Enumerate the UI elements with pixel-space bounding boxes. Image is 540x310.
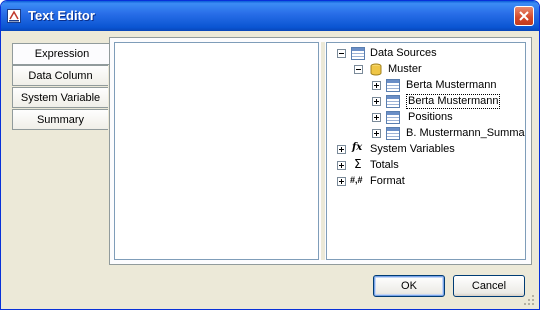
tab-expression[interactable]: Expression [12, 43, 111, 65]
collapse-toggle[interactable] [337, 49, 346, 58]
sigma-icon: Σ [354, 157, 362, 171]
expand-toggle[interactable] [372, 113, 381, 122]
tree-label-selected: Berta Mustermann [406, 94, 501, 109]
cancel-button[interactable]: Cancel [453, 275, 525, 297]
table-icon [386, 127, 400, 140]
tree-label: Berta Mustermann [406, 79, 497, 91]
tab-data-column[interactable]: Data Column [12, 65, 108, 86]
tree-label: Format [370, 175, 405, 187]
expand-toggle[interactable] [372, 81, 381, 90]
tree-label: B. Mustermann_Summary [406, 127, 526, 139]
ok-button[interactable]: OK [373, 275, 445, 297]
tab-system-variable[interactable]: System Variable [12, 87, 108, 108]
tree-label: Data Sources [370, 47, 437, 59]
splitter-handle[interactable] [321, 42, 325, 260]
text-editor-dialog: Text Editor Expression Data Column Syste… [0, 0, 540, 310]
close-button[interactable] [514, 6, 534, 26]
expand-toggle[interactable] [337, 177, 346, 186]
fx-icon: fx [352, 142, 363, 153]
format-icon: #,# [350, 175, 363, 185]
table-icon [386, 95, 400, 108]
tab-summary[interactable]: Summary [12, 109, 108, 130]
expand-toggle[interactable] [337, 161, 346, 170]
resize-grip-icon[interactable] [523, 294, 535, 306]
title-bar[interactable]: Text Editor [1, 1, 539, 31]
dialog-content: Expression Data Column System Variable S… [4, 31, 536, 307]
expand-toggle[interactable] [372, 129, 381, 138]
expand-toggle[interactable] [337, 145, 346, 154]
expression-panel: Data Sources Muster Berta Mustermann Ber… [109, 37, 532, 265]
close-icon [519, 11, 529, 21]
tree-label: System Variables [370, 143, 455, 155]
tree-label: Totals [370, 159, 399, 171]
window-title: Text Editor [28, 8, 95, 23]
text-editor-app-icon [7, 9, 21, 23]
table-icon [351, 47, 365, 60]
table-icon [386, 111, 400, 124]
tree-label: Muster [388, 63, 422, 75]
data-tree[interactable]: Data Sources Muster Berta Mustermann Ber… [326, 42, 526, 260]
table-icon [386, 79, 400, 92]
expression-editor[interactable] [114, 42, 319, 260]
expand-toggle[interactable] [372, 97, 381, 106]
database-icon [370, 63, 382, 76]
collapse-toggle[interactable] [354, 65, 363, 74]
tree-label: Positions [408, 111, 453, 123]
